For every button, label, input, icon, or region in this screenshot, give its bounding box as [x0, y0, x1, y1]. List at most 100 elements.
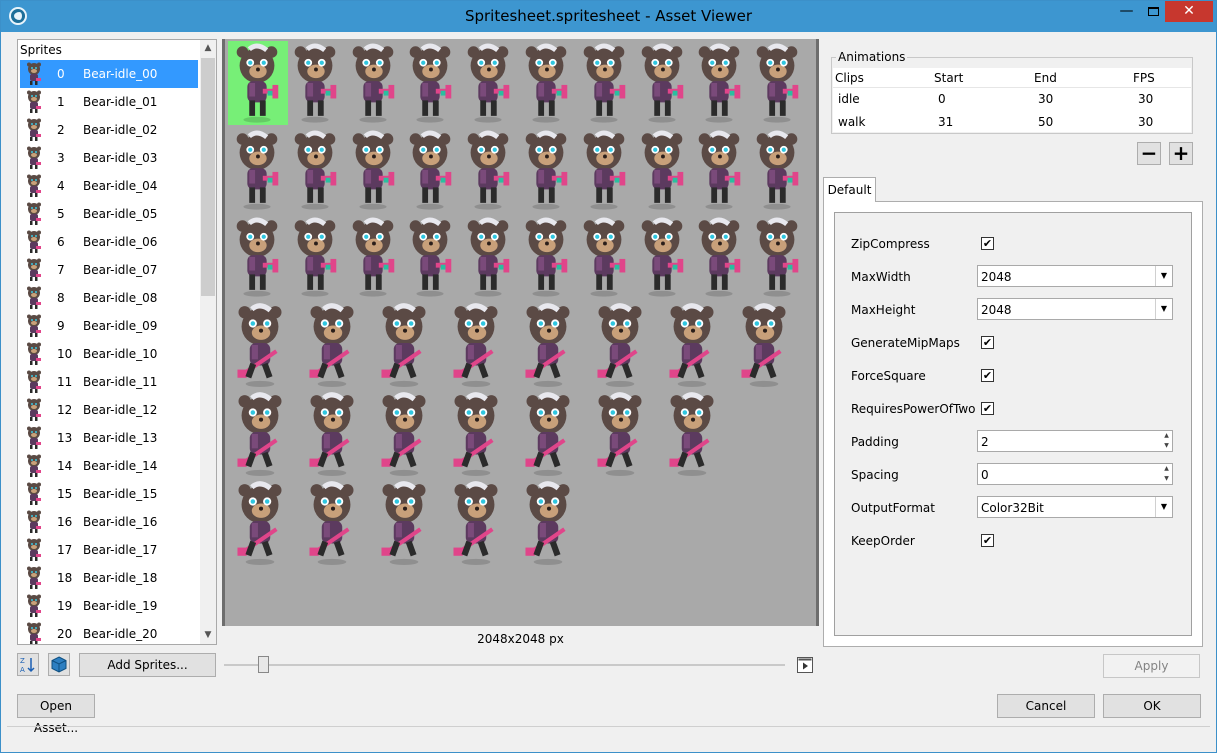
sprite-list-item[interactable]: 10 Bear-idle_10 [20, 340, 198, 368]
output-format-select[interactable]: Color32Bit ▼ [977, 496, 1173, 518]
animations-table[interactable]: Clips Start End FPS idle 0 30 30 walk 31… [833, 68, 1191, 132]
sort-button[interactable]: Z A [17, 653, 39, 676]
sprite-list-item[interactable]: 18 Bear-idle_18 [20, 564, 198, 592]
sprite-frame[interactable] [444, 302, 508, 388]
minimize-button[interactable]: — [1113, 1, 1140, 22]
sprite-frame[interactable] [228, 391, 292, 477]
sprite-frame[interactable] [459, 41, 517, 125]
sprite-frame[interactable] [344, 215, 402, 299]
sprite-frame[interactable] [459, 128, 517, 212]
sprite-frame[interactable] [516, 302, 580, 388]
open-asset-button[interactable]: Open Asset... [17, 694, 95, 735]
zoom-slider-thumb[interactable] [258, 656, 269, 673]
apply-button[interactable]: Apply [1103, 654, 1200, 678]
ok-button[interactable]: OK [1103, 694, 1201, 718]
cancel-button[interactable]: Cancel [997, 694, 1095, 718]
sprite-frame[interactable] [660, 302, 724, 388]
spin-arrows-icon[interactable]: ▲ ▼ [1161, 464, 1172, 484]
sprite-frame[interactable] [748, 41, 806, 125]
sprite-list-item[interactable]: 12 Bear-idle_12 [20, 396, 198, 424]
sprite-list-item[interactable]: 13 Bear-idle_13 [20, 424, 198, 452]
sprite-frame[interactable] [459, 215, 517, 299]
sprite-list-item[interactable]: 15 Bear-idle_15 [20, 480, 198, 508]
sprite-frame[interactable] [633, 215, 691, 299]
requires-power-of-two-checkbox[interactable]: ✔ [981, 402, 994, 415]
close-button[interactable]: ✕ [1165, 1, 1213, 22]
cube-button[interactable] [48, 653, 70, 676]
sprite-frame[interactable] [748, 128, 806, 212]
sprite-frame[interactable] [516, 391, 580, 477]
sprite-frame[interactable] [228, 302, 292, 388]
sprite-frame[interactable] [575, 41, 633, 125]
sprite-list-item[interactable]: 11 Bear-idle_11 [20, 368, 198, 396]
sprite-list-item[interactable]: 9 Bear-idle_09 [20, 312, 198, 340]
sprite-frame[interactable] [344, 128, 402, 212]
sprite-frame[interactable] [401, 41, 459, 125]
sprite-frame[interactable] [401, 215, 459, 299]
sprite-frame[interactable] [517, 128, 575, 212]
max-width-select[interactable]: 2048 ▼ [977, 265, 1173, 287]
sprite-frame[interactable] [633, 128, 691, 212]
add-sprites-button[interactable]: Add Sprites... [79, 653, 216, 677]
sprite-list-item[interactable]: 20 Bear-idle_20 [20, 620, 198, 644]
sprite-list-item[interactable]: 7 Bear-idle_07 [20, 256, 198, 284]
sprite-frame[interactable] [748, 215, 806, 299]
sprite-frame[interactable] [690, 128, 748, 212]
sprite-list-item[interactable]: 5 Bear-idle_05 [20, 200, 198, 228]
spacing-spinbox[interactable]: 0 ▲ ▼ [977, 463, 1173, 485]
sprite-frame[interactable] [372, 302, 436, 388]
sprite-list-item[interactable]: 0 Bear-idle_00 [20, 60, 198, 88]
sprite-frame[interactable] [444, 391, 508, 477]
sprite-frame[interactable] [372, 391, 436, 477]
tab-default[interactable]: Default [823, 177, 876, 202]
add-clip-button[interactable]: + [1169, 142, 1193, 165]
max-height-select[interactable]: 2048 ▼ [977, 298, 1173, 320]
keep-order-checkbox[interactable]: ✔ [981, 534, 994, 547]
sprite-frame[interactable] [575, 128, 633, 212]
force-square-checkbox[interactable]: ✔ [981, 369, 994, 382]
sprite-frame[interactable] [588, 391, 652, 477]
sprite-list-item[interactable]: 8 Bear-idle_08 [20, 284, 198, 312]
scroll-thumb[interactable] [201, 58, 215, 296]
sprite-frame[interactable] [517, 215, 575, 299]
sprite-frame[interactable] [228, 215, 286, 299]
sprite-list-item[interactable]: 1 Bear-idle_01 [20, 88, 198, 116]
remove-clip-button[interactable]: − [1137, 142, 1161, 165]
chevron-down-icon[interactable]: ▼ [1155, 266, 1172, 286]
sprite-frame[interactable] [372, 480, 436, 566]
sprite-list-item[interactable]: 4 Bear-idle_04 [20, 172, 198, 200]
clip-fps[interactable]: 30 [1138, 115, 1153, 129]
sprite-frame[interactable] [228, 41, 286, 125]
scroll-up-icon[interactable]: ▲ [200, 40, 216, 57]
zip-compress-checkbox[interactable]: ✔ [981, 237, 994, 250]
sprite-frame[interactable] [517, 41, 575, 125]
clip-end[interactable]: 30 [1038, 92, 1053, 106]
generate-mipmaps-checkbox[interactable]: ✔ [981, 336, 994, 349]
sprite-list-item[interactable]: 16 Bear-idle_16 [20, 508, 198, 536]
sprite-frame[interactable] [228, 128, 286, 212]
sprite-frame[interactable] [286, 215, 344, 299]
clip-start[interactable]: 0 [938, 92, 946, 106]
clip-fps[interactable]: 30 [1138, 92, 1153, 106]
sprite-frame[interactable] [300, 391, 364, 477]
sprite-frame[interactable] [690, 41, 748, 125]
sprite-frame[interactable] [300, 480, 364, 566]
padding-spinbox[interactable]: 2 ▲ ▼ [977, 430, 1173, 452]
play-button[interactable] [797, 657, 813, 673]
sprite-frame[interactable] [286, 41, 344, 125]
chevron-down-icon[interactable]: ▼ [1155, 497, 1172, 517]
sprite-list-item[interactable]: 2 Bear-idle_02 [20, 116, 198, 144]
sprite-list[interactable]: Sprites 0 Bear-idle_00 1 Bear-idle_01 2 Bear-… [17, 39, 217, 645]
maximize-button[interactable] [1140, 1, 1167, 22]
chevron-down-icon[interactable]: ▼ [1155, 299, 1172, 319]
sprite-frame[interactable] [588, 302, 652, 388]
sprite-list-item[interactable]: 19 Bear-idle_19 [20, 592, 198, 620]
sprite-frame[interactable] [732, 302, 796, 388]
sprite-list-scrollbar[interactable]: ▲ ▼ [200, 40, 216, 644]
sprite-frame[interactable] [633, 41, 691, 125]
sprite-frame[interactable] [444, 480, 508, 566]
sprite-frame[interactable] [300, 302, 364, 388]
sprite-list-item[interactable]: 17 Bear-idle_17 [20, 536, 198, 564]
scroll-down-icon[interactable]: ▼ [200, 627, 216, 644]
clip-end[interactable]: 50 [1038, 115, 1053, 129]
